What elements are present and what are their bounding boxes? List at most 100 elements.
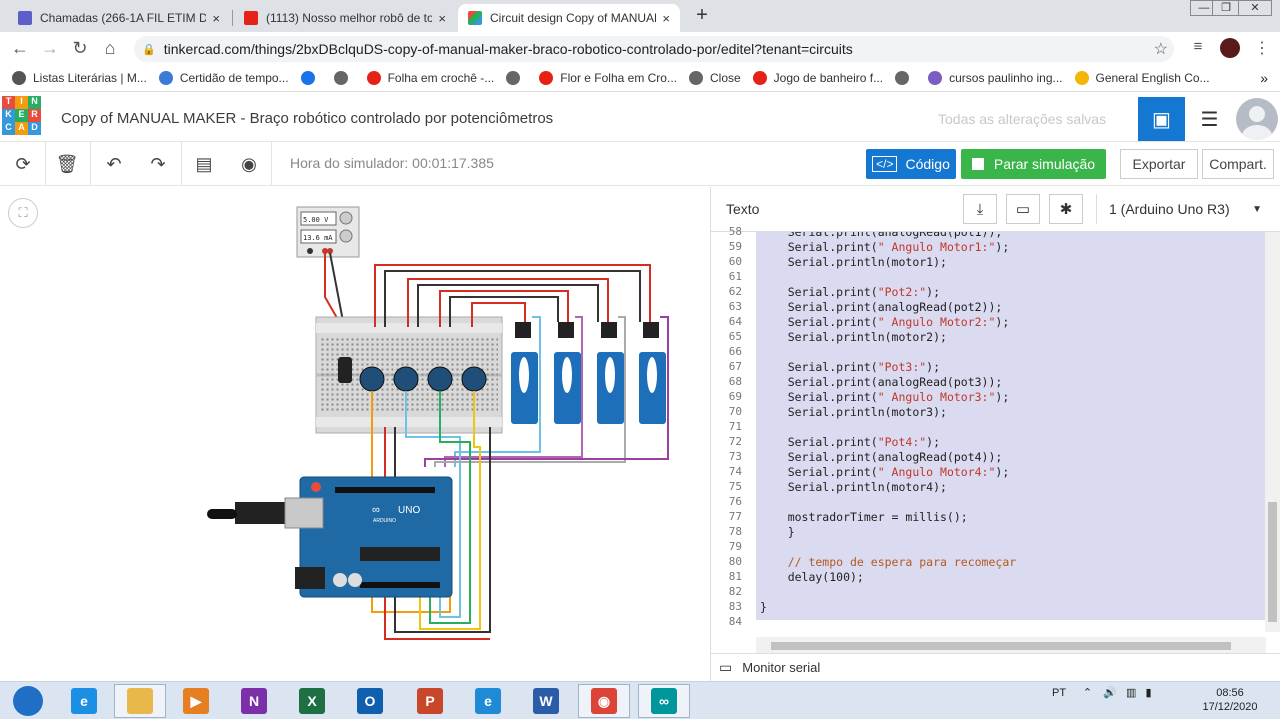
- servo-motor[interactable]: [597, 322, 624, 424]
- reload-icon[interactable]: ↻: [68, 38, 92, 59]
- taskbar-edge[interactable]: e: [462, 684, 514, 718]
- toolbar-divider: [271, 142, 272, 186]
- user-avatar[interactable]: [1236, 98, 1278, 140]
- code-line: Serial.print(analogRead(pot4));: [760, 450, 1003, 464]
- bookmark-star-icon[interactable]: ☆: [1154, 39, 1168, 59]
- bookmark-item[interactable]: [506, 71, 527, 85]
- bookmark-item[interactable]: Flor e Folha em Cro...: [539, 71, 677, 85]
- new-tab-button[interactable]: +: [690, 4, 714, 28]
- chip-icon: ▣: [1152, 108, 1171, 131]
- tinkercad-logo[interactable]: TINKERCAD: [2, 96, 42, 136]
- debugger-bug-icon[interactable]: ✱: [1049, 194, 1083, 224]
- horizontal-scroll-thumb[interactable]: [771, 642, 1231, 650]
- language-indicator[interactable]: PT: [1052, 687, 1066, 699]
- url-input[interactable]: 🔒 tinkercad.com/things/2bxDBclquDS-copy-…: [134, 36, 1174, 62]
- stop-simulation-button[interactable]: Parar simulação: [961, 149, 1106, 179]
- bookmark-item[interactable]: Close: [688, 71, 741, 85]
- undo-icon[interactable]: ↶: [102, 152, 126, 176]
- reading-list-icon[interactable]: ≡: [1186, 38, 1210, 55]
- code-line: Serial.print("Pot2:");: [760, 285, 941, 299]
- bookmark-label: General English Co...: [1095, 71, 1210, 85]
- servo-motor[interactable]: [511, 322, 538, 424]
- code-button[interactable]: </> Código: [866, 149, 956, 179]
- tab-youtube[interactable]: (1113) Nosso melhor robô de todos ×: [234, 4, 456, 32]
- system-clock[interactable]: 08:56 17/12/2020: [1200, 686, 1260, 714]
- code-mode-label[interactable]: Texto: [726, 201, 759, 217]
- component-list-button[interactable]: ☰: [1187, 97, 1232, 141]
- circuit-view-button[interactable]: ▣: [1138, 97, 1185, 141]
- redo-icon[interactable]: ↷: [146, 152, 170, 176]
- arduino-uno-board[interactable]: UNO ARDUINO ∞: [207, 476, 453, 598]
- code-editor[interactable]: Serial.print(analogRead(pot1)); Serial.p…: [756, 232, 1266, 620]
- design-title[interactable]: Copy of MANUAL MAKER - Braço robótico co…: [61, 110, 553, 127]
- code-line: Serial.print(" Angulo Motor4:");: [760, 465, 1010, 479]
- bookmark-favicon-icon: [539, 71, 554, 85]
- bookmark-item[interactable]: General English Co...: [1074, 71, 1210, 85]
- bookmark-item[interactable]: [333, 71, 355, 85]
- device-select[interactable]: 1 (Arduino Uno R3) ▼: [1096, 194, 1274, 224]
- taskbar-excel[interactable]: X: [286, 684, 338, 718]
- taskbar-word[interactable]: W: [520, 684, 572, 718]
- serial-monitor-bar[interactable]: ▭ Monitor serial: [711, 653, 1280, 681]
- taskbar-chrome[interactable]: ◉: [578, 684, 630, 718]
- library-icon[interactable]: ▭: [1006, 194, 1040, 224]
- menu-icon[interactable]: ⋮: [1250, 38, 1274, 58]
- network-icon[interactable]: ▥: [1126, 687, 1136, 699]
- rotate-icon[interactable]: ⟳: [11, 152, 35, 176]
- tab-label: (1113) Nosso melhor robô de todos: [266, 11, 433, 25]
- taskbar-start-button[interactable]: [2, 684, 54, 718]
- bookmark-item[interactable]: cursos paulinho ing...: [928, 71, 1063, 85]
- tray-arrow-icon[interactable]: ⌃: [1083, 687, 1092, 699]
- tab-divider: [232, 10, 233, 26]
- delete-icon[interactable]: 🗑: [55, 152, 79, 176]
- servo-motor[interactable]: [639, 322, 666, 424]
- code-panel-header: Texto ⤓ ▭ ✱ 1 (Arduino Uno R3) ▼: [711, 187, 1280, 232]
- bookmark-favicon-icon: [333, 71, 348, 85]
- device-select-value: 1 (Arduino Uno R3): [1109, 201, 1230, 217]
- bookmarks-overflow-button[interactable]: »: [1260, 70, 1268, 86]
- taskbar-onenote[interactable]: N: [228, 684, 280, 718]
- bookmark-item[interactable]: Listas Literárias | M...: [12, 71, 147, 85]
- close-icon[interactable]: ×: [662, 11, 670, 26]
- servo-motor[interactable]: [554, 322, 581, 424]
- export-button[interactable]: Exportar: [1120, 149, 1198, 179]
- vertical-scroll-thumb[interactable]: [1268, 502, 1277, 622]
- line-number: 66: [728, 345, 742, 358]
- bookmark-item[interactable]: Certidão de tempo...: [158, 71, 289, 85]
- bookmark-favicon-icon: [300, 71, 315, 85]
- forward-icon[interactable]: →: [38, 38, 62, 59]
- code-icon: </>: [872, 156, 898, 172]
- restore-button[interactable]: ❐: [1212, 0, 1240, 16]
- close-icon[interactable]: ×: [438, 11, 446, 26]
- battery-icon[interactable]: ▮: [1145, 687, 1151, 699]
- taskbar-file-explorer[interactable]: [114, 684, 166, 718]
- profile-avatar[interactable]: [1220, 38, 1240, 58]
- taskbar-powerpoint[interactable]: P: [404, 684, 456, 718]
- bookmark-item[interactable]: [895, 71, 916, 85]
- bookmark-item[interactable]: Folha em crochê -...: [366, 71, 494, 85]
- tab-teams[interactable]: Chamadas (266-1A FIL ETIM DESI ×: [8, 4, 230, 32]
- visibility-icon[interactable]: ◉: [237, 152, 261, 176]
- code-line: }: [760, 525, 795, 539]
- window-close-button[interactable]: ✕: [1238, 0, 1272, 16]
- media-player-icon: ▶: [183, 688, 209, 714]
- circuit-canvas[interactable]: ⛶ 5.00 V 13.6 mA UNO ARDUINO ∞: [0, 187, 710, 681]
- tab-tinkercad[interactable]: Circuit design Copy of MANUAL M ×: [458, 4, 680, 32]
- close-icon[interactable]: ×: [212, 11, 220, 26]
- share-button[interactable]: Compart.: [1202, 149, 1274, 179]
- bookmark-item[interactable]: Jogo de banheiro f...: [752, 71, 883, 85]
- taskbar-internet-explorer[interactable]: e: [58, 684, 110, 718]
- edge-icon: e: [475, 688, 501, 714]
- download-icon[interactable]: ⤓: [963, 194, 997, 224]
- bookmark-label: cursos paulinho ing...: [949, 71, 1063, 85]
- notes-icon[interactable]: ▤: [192, 152, 216, 176]
- volume-icon[interactable]: 🔊: [1103, 687, 1117, 699]
- code-line: Serial.println(motor1);: [760, 255, 947, 269]
- taskbar-outlook[interactable]: O: [344, 684, 396, 718]
- back-icon[interactable]: ←: [8, 38, 32, 59]
- power-supply[interactable]: 5.00 V 13.6 mA: [296, 206, 360, 258]
- home-icon[interactable]: ⌂: [98, 38, 122, 59]
- taskbar-media-player[interactable]: ▶: [170, 684, 222, 718]
- taskbar-arduino[interactable]: ∞: [638, 684, 690, 718]
- bookmark-item[interactable]: [300, 71, 322, 85]
